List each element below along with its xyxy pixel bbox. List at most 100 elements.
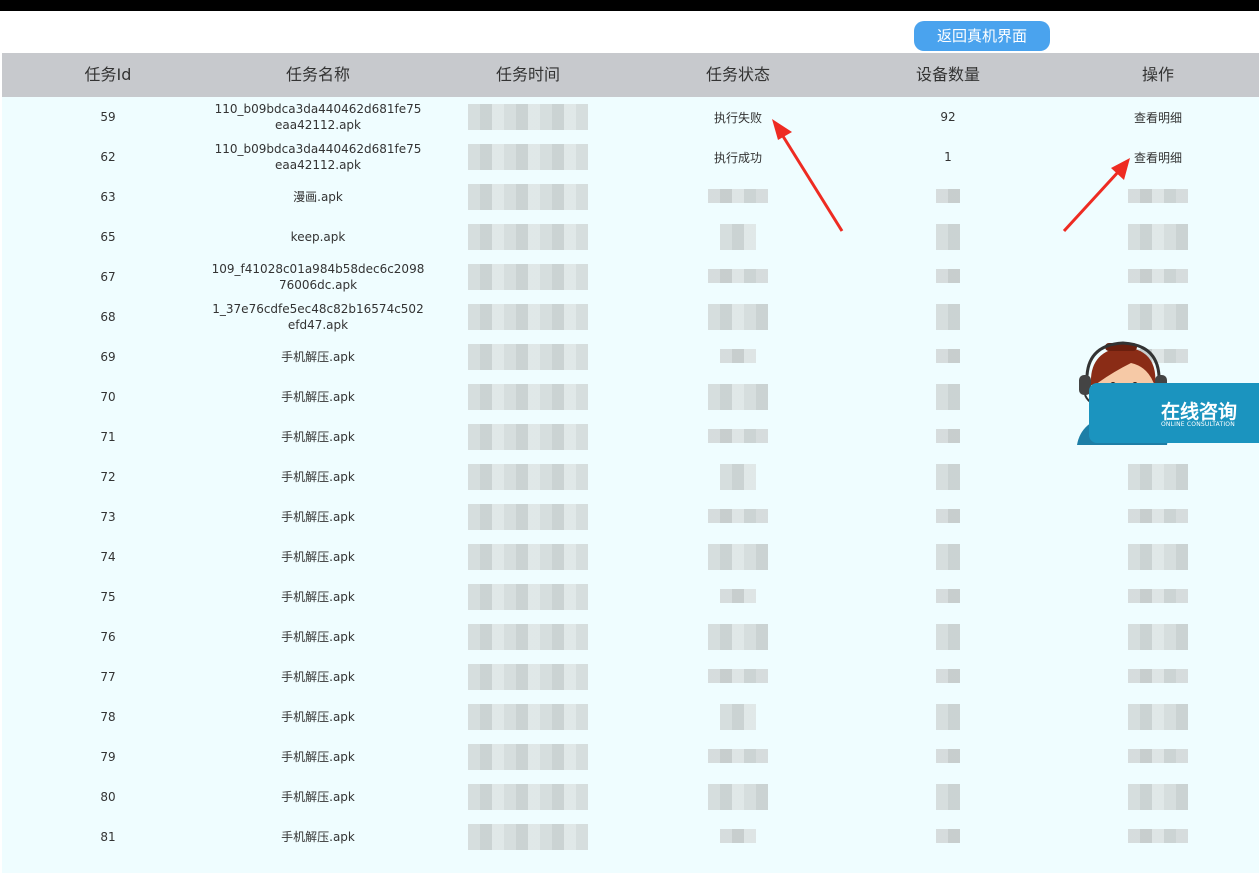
task-status-redacted bbox=[720, 829, 756, 843]
task-id-cell: 77 bbox=[100, 670, 116, 684]
task-name-cell: 手机解压.apk bbox=[281, 790, 355, 804]
action-redacted bbox=[1128, 464, 1188, 490]
window-top-bar bbox=[0, 0, 1259, 11]
task-id-cell: 68 bbox=[100, 310, 116, 324]
task-time-redacted bbox=[468, 544, 588, 570]
task-time-redacted bbox=[468, 784, 588, 810]
task-id-cell: 67 bbox=[100, 270, 116, 284]
task-time-redacted bbox=[468, 104, 588, 130]
task-status-cell: 执行成功 bbox=[713, 150, 763, 165]
table-row: 74 手机解压.apk bbox=[2, 537, 1259, 577]
task-status-redacted bbox=[720, 704, 756, 730]
task-time-redacted bbox=[468, 224, 588, 250]
task-name-cell: 手机解压.apk bbox=[281, 830, 355, 844]
task-time-redacted bbox=[468, 584, 588, 610]
task-id-cell: 81 bbox=[100, 830, 116, 844]
task-time-redacted bbox=[468, 384, 588, 410]
task-status-cell: 执行失败 bbox=[713, 110, 763, 125]
task-id-cell: 65 bbox=[100, 230, 116, 244]
device-count-redacted bbox=[936, 349, 960, 363]
action-redacted bbox=[1128, 224, 1188, 250]
device-count-redacted bbox=[936, 384, 960, 410]
task-time-redacted bbox=[468, 264, 588, 290]
task-status-redacted bbox=[720, 464, 756, 490]
task-name-cell: 手机解压.apk bbox=[281, 590, 355, 604]
table-row: 76 手机解压.apk bbox=[2, 617, 1259, 657]
device-count-redacted bbox=[936, 749, 960, 763]
action-redacted bbox=[1128, 749, 1188, 763]
task-name-cell: 1_37e76cdfe5ec48c82b16574c502efd47.apk bbox=[212, 302, 424, 332]
consultation-title[interactable]: 在线咨询 bbox=[1161, 397, 1237, 424]
task-status-redacted bbox=[708, 544, 768, 570]
task-name-cell: 手机解压.apk bbox=[281, 750, 355, 764]
action-redacted bbox=[1128, 189, 1188, 203]
task-status-redacted bbox=[708, 749, 768, 763]
table-row: 59 110_b09bdca3da440462d681fe75eaa42112.a… bbox=[2, 97, 1259, 137]
header-actions: 操作 bbox=[1141, 65, 1175, 84]
table-row: 63 漫画.apk bbox=[2, 177, 1259, 217]
task-time-redacted bbox=[468, 664, 588, 690]
task-name-cell: 手机解压.apk bbox=[281, 630, 355, 644]
task-time-redacted bbox=[468, 184, 588, 210]
table-row: 72 手机解压.apk bbox=[2, 457, 1259, 497]
action-redacted bbox=[1128, 589, 1188, 603]
task-name-cell: 漫画.apk bbox=[293, 190, 343, 204]
action-redacted bbox=[1128, 304, 1188, 330]
view-details-link[interactable]: 查看明细 bbox=[1134, 137, 1182, 177]
task-time-redacted bbox=[468, 304, 588, 330]
device-count-redacted bbox=[936, 544, 960, 570]
task-name-cell: 手机解压.apk bbox=[281, 390, 355, 404]
device-count-cell: 92 bbox=[940, 110, 956, 124]
task-id-cell: 76 bbox=[100, 630, 116, 644]
task-time-redacted bbox=[468, 744, 588, 770]
device-count-redacted bbox=[936, 704, 960, 730]
view-details-link[interactable]: 查看明细 bbox=[1134, 97, 1182, 137]
device-count-redacted bbox=[936, 829, 960, 843]
task-status-redacted bbox=[708, 384, 768, 410]
device-count-redacted bbox=[936, 429, 960, 443]
device-count-cell: 1 bbox=[944, 150, 952, 164]
table-row: 75 手机解压.apk bbox=[2, 577, 1259, 617]
task-status-redacted bbox=[708, 269, 768, 283]
task-time-redacted bbox=[468, 464, 588, 490]
task-name-cell: 手机解压.apk bbox=[281, 710, 355, 724]
header-task-name: 任务名称 bbox=[285, 65, 351, 84]
consultation-subtitle: ONLINE CONSULTATION bbox=[1161, 421, 1235, 428]
action-redacted bbox=[1128, 624, 1188, 650]
task-id-cell: 70 bbox=[100, 390, 116, 404]
online-consultation-widget[interactable]: 在线咨询 ONLINE CONSULTATION bbox=[1071, 333, 1259, 445]
task-time-redacted bbox=[468, 624, 588, 650]
back-to-device-view-button[interactable]: 返回真机界面 bbox=[914, 21, 1050, 51]
task-id-cell: 59 bbox=[100, 110, 116, 124]
task-status-redacted bbox=[720, 224, 756, 250]
task-name-cell: 手机解压.apk bbox=[281, 470, 355, 484]
table-row: 62 110_b09bdca3da440462d681fe75eaa42112.a… bbox=[2, 137, 1259, 177]
task-time-redacted bbox=[468, 704, 588, 730]
task-id-cell: 75 bbox=[100, 590, 116, 604]
task-time-redacted bbox=[468, 344, 588, 370]
table-row: 73 手机解压.apk bbox=[2, 497, 1259, 537]
task-id-cell: 79 bbox=[100, 750, 116, 764]
device-count-redacted bbox=[936, 304, 960, 330]
task-status-redacted bbox=[720, 589, 756, 603]
task-id-cell: 63 bbox=[100, 190, 116, 204]
task-status-redacted bbox=[708, 669, 768, 683]
header-device-count: 设备数量 bbox=[915, 65, 981, 84]
device-count-redacted bbox=[936, 509, 960, 523]
device-count-redacted bbox=[936, 784, 960, 810]
task-time-redacted bbox=[468, 144, 588, 170]
task-status-redacted bbox=[708, 624, 768, 650]
table-row: 77 手机解压.apk bbox=[2, 657, 1259, 697]
task-name-cell: 110_b09bdca3da440462d681fe75eaa42112.apk bbox=[214, 142, 422, 172]
task-status-redacted bbox=[720, 349, 756, 363]
task-id-cell: 73 bbox=[100, 510, 116, 524]
task-id-cell: 71 bbox=[100, 430, 116, 444]
task-name-cell: 手机解压.apk bbox=[281, 350, 355, 364]
device-count-redacted bbox=[936, 669, 960, 683]
action-redacted bbox=[1128, 829, 1188, 843]
task-time-redacted bbox=[468, 824, 588, 850]
task-status-redacted bbox=[708, 189, 768, 203]
task-time-redacted bbox=[468, 504, 588, 530]
task-name-cell: 110_b09bdca3da440462d681fe75eaa42112.apk bbox=[214, 102, 422, 132]
header-task-status: 任务状态 bbox=[705, 65, 771, 84]
